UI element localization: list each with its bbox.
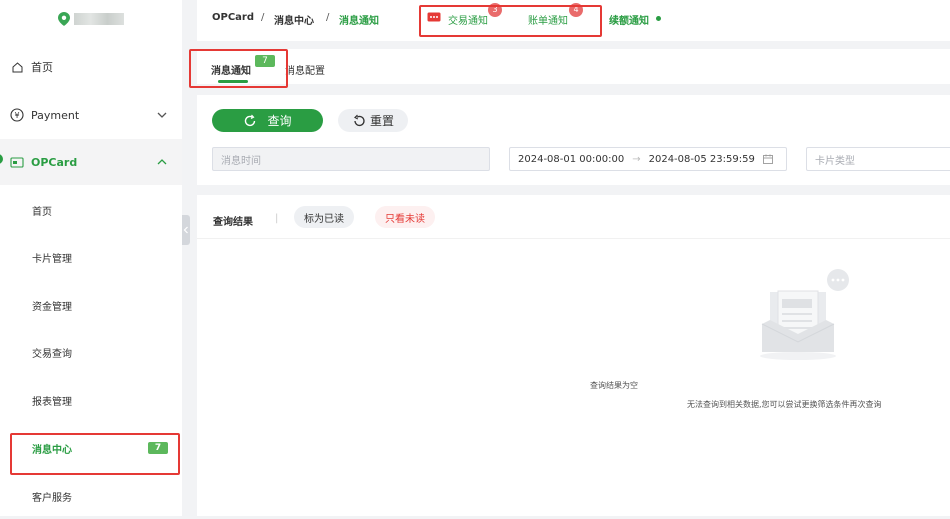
empty-inbox-icon xyxy=(760,269,849,360)
highlight-box xyxy=(10,433,180,475)
card-wallet-icon xyxy=(10,155,24,169)
sidebar-subitem-label: 首页 xyxy=(32,206,52,218)
sidebar-item-opcard[interactable]: OPCard xyxy=(0,139,182,185)
message-time-placeholder: 消息时间 xyxy=(221,155,261,167)
tab-bar: 消息通知 7 消息配置 xyxy=(197,49,950,84)
sidebar-subitem-label: 资金管理 xyxy=(32,301,72,313)
empty-state-title: 查询结果为空 xyxy=(590,381,638,390)
yen-coin-icon: ¥ xyxy=(10,108,24,122)
unread-only-button[interactable]: 只看未读 xyxy=(375,206,435,228)
chevron-down-icon xyxy=(157,112,167,118)
sidebar-subitem-card-management[interactable]: 卡片管理 xyxy=(0,234,182,280)
home-icon xyxy=(10,60,24,74)
sidebar-subitem-reports[interactable]: 报表管理 xyxy=(0,377,182,423)
card-type-select[interactable]: 卡片类型 xyxy=(806,147,950,171)
sidebar-subitem-customer-service[interactable]: 客户服务 xyxy=(0,473,182,519)
reset-button-label: 重置 xyxy=(369,114,394,128)
highlight-box xyxy=(419,5,602,37)
tab-message-config[interactable]: 消息配置 xyxy=(285,62,325,77)
sidebar-item-home[interactable]: 首页 xyxy=(0,44,182,90)
date-range-arrow: → xyxy=(632,153,641,165)
date-end-value: 2024-08-05 23:59:59 xyxy=(648,153,755,165)
breadcrumb-root[interactable]: OPCard xyxy=(212,12,254,23)
sidebar-subitem-label: 报表管理 xyxy=(32,396,72,408)
sidebar-item-label: 首页 xyxy=(31,61,53,74)
renewal-notification-link[interactable]: 续额通知 xyxy=(609,12,649,27)
sidebar-item-label: Payment xyxy=(31,108,80,122)
date-range-picker[interactable]: 2024-08-01 00:00:00 → 2024-08-05 23:59:5… xyxy=(509,147,787,171)
sidebar-item-label: OPCard xyxy=(31,155,78,169)
results-title: 查询结果 xyxy=(213,217,253,228)
refresh-search-icon xyxy=(245,114,256,126)
reset-icon xyxy=(353,114,365,126)
empty-state-description: 无法查询到相关数据,您可以尝试更换筛选条件再次查询 xyxy=(687,400,882,409)
message-time-field[interactable]: 消息时间 xyxy=(212,147,490,171)
results-header: 查询结果 | 标为已读 只看未读 xyxy=(197,195,950,239)
location-pin-icon xyxy=(58,12,70,26)
sidebar: 首页 ¥ Payment OPCard 首页 卡片管理 资金管理 交易查询 报表… xyxy=(0,0,182,516)
query-button[interactable]: 查询 xyxy=(212,109,323,132)
results-panel: 查询结果 | 标为已读 只看未读 查询结果为空 无法查询到相关数据,您可以尝试更… xyxy=(197,195,950,516)
chevron-up-icon xyxy=(157,159,167,165)
breadcrumb-separator: / xyxy=(261,12,265,23)
breadcrumb-separator: / xyxy=(326,12,330,23)
status-dot xyxy=(656,16,661,21)
company-logo xyxy=(58,11,124,27)
mark-as-read-button[interactable]: 标为已读 xyxy=(294,206,354,228)
logo-text-redacted xyxy=(74,13,124,25)
svg-text:¥: ¥ xyxy=(14,111,19,120)
card-type-placeholder: 卡片类型 xyxy=(815,155,855,167)
chevron-left-icon xyxy=(183,226,188,234)
sidebar-subitem-label: 卡片管理 xyxy=(32,253,72,265)
sidebar-subitem-transaction-query[interactable]: 交易查询 xyxy=(0,329,182,375)
calendar-icon xyxy=(762,154,773,164)
breadcrumb-current: 消息通知 xyxy=(339,16,379,27)
date-start-value: 2024-08-01 00:00:00 xyxy=(518,153,625,165)
filter-panel: 查询 重置 消息时间 2024-08-01 00:00:00 → 2024-08… xyxy=(197,95,950,185)
sidebar-subitem-home[interactable]: 首页 xyxy=(0,187,182,233)
results-separator: | xyxy=(275,213,279,224)
breadcrumb-middle[interactable]: 消息中心 xyxy=(274,12,314,27)
highlight-box xyxy=(189,49,288,88)
sidebar-collapse-handle[interactable] xyxy=(182,215,190,245)
query-button-label: 查询 xyxy=(267,114,292,128)
reset-button[interactable]: 重置 xyxy=(338,109,408,132)
sidebar-subitem-label: 客户服务 xyxy=(32,492,72,504)
sidebar-item-payment[interactable]: ¥ Payment xyxy=(0,92,182,138)
sidebar-subitem-fund-management[interactable]: 资金管理 xyxy=(0,282,182,328)
sidebar-subitem-label: 交易查询 xyxy=(32,348,72,360)
